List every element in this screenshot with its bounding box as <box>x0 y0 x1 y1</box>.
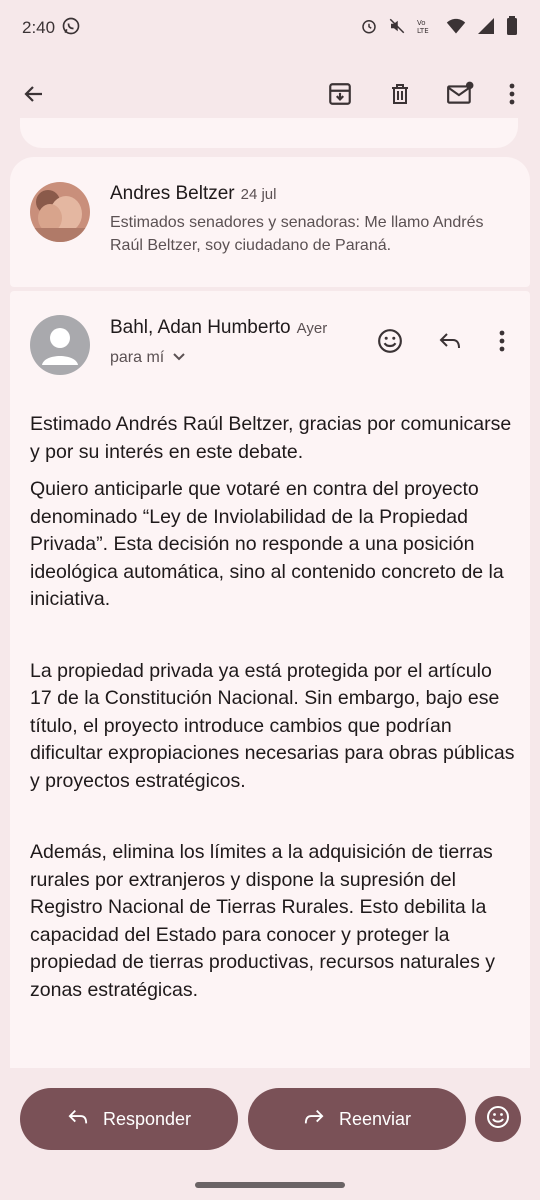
mark-unread-icon[interactable] <box>440 74 480 114</box>
back-arrow-icon[interactable] <box>14 74 54 114</box>
trash-icon[interactable] <box>380 74 420 114</box>
emoji-react-icon[interactable] <box>370 321 410 361</box>
4g-signal-icon <box>476 17 496 40</box>
forward-button-label: Reenviar <box>338 1108 412 1129</box>
emoji-react-button[interactable] <box>475 1096 521 1142</box>
archive-icon[interactable] <box>320 74 360 114</box>
sender-name: Bahl, Adan Humberto <box>110 317 291 338</box>
volte-icon: Vo LTE <box>416 17 436 40</box>
bottom-action-bar: Responder Reenviar <box>0 1068 540 1200</box>
reply-icon[interactable] <box>430 321 470 361</box>
recipient-label: para mí <box>110 349 165 366</box>
body-paragraph: Además, elimina los límites a la adquisi… <box>30 841 495 1001</box>
previous-message-card-edge <box>20 118 518 148</box>
expanded-message-card: Bahl, Adan Humberto Ayer para mí Estimado… <box>10 291 530 1091</box>
reply-button[interactable]: Responder <box>20 1088 238 1150</box>
wifi-icon <box>446 17 466 40</box>
emoji-icon <box>486 1105 510 1134</box>
message-sender-row: Bahl, Adan Humberto Ayer <box>110 317 327 339</box>
gesture-navigation-bar[interactable] <box>195 1182 345 1188</box>
message-sender-row: Andres Beltzer 24 jul <box>110 183 276 205</box>
status-right: Vo LTE <box>360 15 518 41</box>
more-vert-icon[interactable] <box>482 321 522 361</box>
alarm-icon <box>360 17 378 40</box>
svg-text:Vo: Vo <box>417 19 426 27</box>
svg-text:LTE: LTE <box>417 27 429 35</box>
avatar <box>30 182 90 242</box>
sender-name: Andres Beltzer <box>110 183 235 204</box>
whatsapp-icon <box>61 16 81 41</box>
message-date: 24 jul <box>240 186 277 203</box>
more-vert-icon[interactable] <box>492 74 532 114</box>
reply-button-label: Responder <box>102 1108 192 1129</box>
avatar <box>30 315 90 375</box>
forward-icon <box>303 1107 325 1132</box>
message-body: Estimado Andrés Raúl Beltzer, gracias po… <box>30 411 518 1014</box>
recipient-details-toggle[interactable]: para mí <box>110 349 186 367</box>
status-left: 2:40 <box>22 16 81 41</box>
message-date: Ayer <box>296 320 328 337</box>
mute-icon <box>388 17 406 40</box>
status-bar: 2:40 Vo LTE <box>0 0 540 56</box>
body-paragraph: La propiedad privada ya está protegida p… <box>30 659 515 792</box>
forward-button[interactable]: Reenviar <box>248 1088 466 1150</box>
status-time: 2:40 <box>22 18 56 37</box>
collapsed-message-card[interactable]: Andres Beltzer 24 jul Estimados senadores… <box>10 157 530 287</box>
body-paragraph: Estimado Andrés Raúl Beltzer, gracias po… <box>30 413 512 463</box>
body-paragraph: Quiero anticiparle que votaré en contra … <box>30 478 504 610</box>
reply-icon <box>67 1107 89 1132</box>
message-snippet: Estimados senadores y senadoras: Me llam… <box>110 214 484 254</box>
app-bar <box>0 62 540 126</box>
battery-icon <box>506 15 518 41</box>
chevron-down-icon <box>172 349 186 367</box>
